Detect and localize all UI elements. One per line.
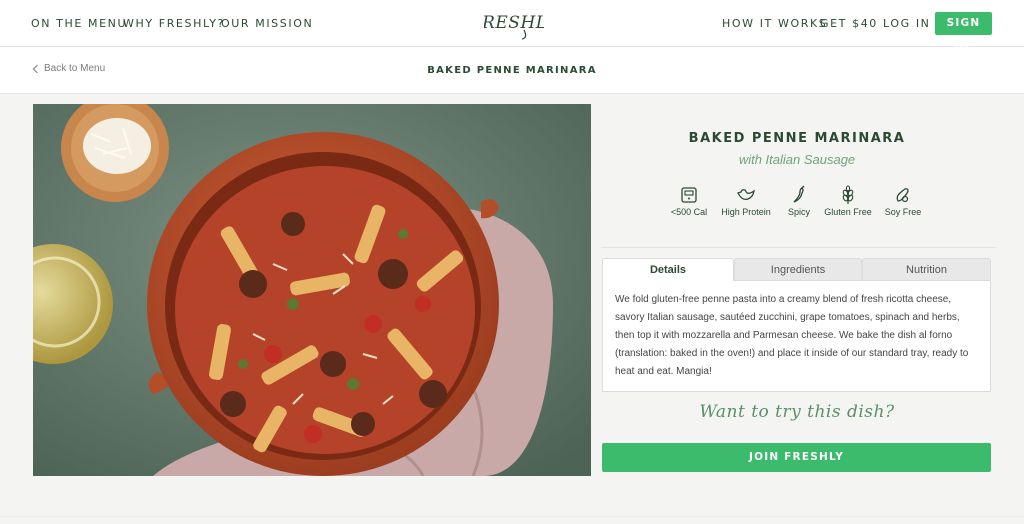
dish-title: BAKED PENNE MARINARA (688, 131, 906, 146)
badge-high-protein: High Protein (716, 185, 776, 217)
muscle-icon (737, 189, 755, 201)
nav-how-it-works[interactable]: HOW IT WORKS (722, 17, 827, 30)
chili-pepper-icon (793, 185, 805, 203)
dish-subtitle: with Italian Sausage (738, 152, 856, 167)
tab-ingredients[interactable]: Ingredients (734, 258, 862, 280)
freshly-logo[interactable]: FRESHLY (469, 6, 559, 40)
subheader-title: BAKED PENNE MARINARA (427, 65, 597, 76)
dish-photo (33, 104, 591, 476)
dish-badges: <500 Cal High Protein Spicy Gluten Free … (660, 185, 940, 225)
tab-details[interactable]: Details (602, 258, 734, 281)
nav-our-mission[interactable]: OUR MISSION (221, 17, 313, 30)
badge-spicy: Spicy (782, 185, 816, 217)
badge-label: <500 Cal (670, 207, 708, 217)
nav-get-40[interactable]: GET $40 (820, 17, 878, 30)
badge-low-calorie: <500 Cal (664, 185, 714, 217)
badge-soy-free: Soy Free (882, 185, 924, 217)
nav-on-the-menu[interactable]: ON THE MENU (31, 17, 127, 30)
nav-why-freshly[interactable]: WHY FRESHLY? (123, 17, 225, 30)
dish-photo-illustration (33, 104, 591, 476)
footer-divider (0, 516, 1024, 524)
badge-label: High Protein (721, 207, 771, 217)
badge-label: Soy Free (884, 207, 922, 217)
try-dish-prompt: Want to try this dish? (699, 402, 895, 422)
scale-icon (681, 187, 697, 203)
dish-tabs: Details Ingredients Nutrition (602, 258, 991, 281)
freshly-logo-mark: FRESHLY (469, 13, 559, 40)
top-nav: ON THE MENU WHY FRESHLY? OUR MISSION FRE… (0, 0, 1024, 52)
badge-label: Spicy (787, 207, 810, 217)
details-text: We fold gluten-free penne pasta into a c… (615, 294, 969, 377)
wheat-icon (842, 185, 854, 204)
details-panel: We fold gluten-free penne pasta into a c… (602, 280, 991, 392)
dish-subheader: Back to Menu BAKED PENNE MARINARA (0, 47, 1024, 94)
logo-text: FRESHLY (484, 13, 544, 33)
join-freshly-button[interactable]: JOIN FRESHLY (602, 443, 991, 472)
badge-label: Gluten Free (824, 207, 872, 217)
nav-log-in[interactable]: LOG IN (883, 17, 931, 30)
section-divider (601, 247, 996, 248)
sign-up-button[interactable]: SIGN UP (935, 12, 992, 52)
tab-nutrition[interactable]: Nutrition (862, 258, 991, 280)
soy-bean-icon (896, 188, 909, 203)
badge-gluten-free: Gluten Free (822, 185, 874, 217)
